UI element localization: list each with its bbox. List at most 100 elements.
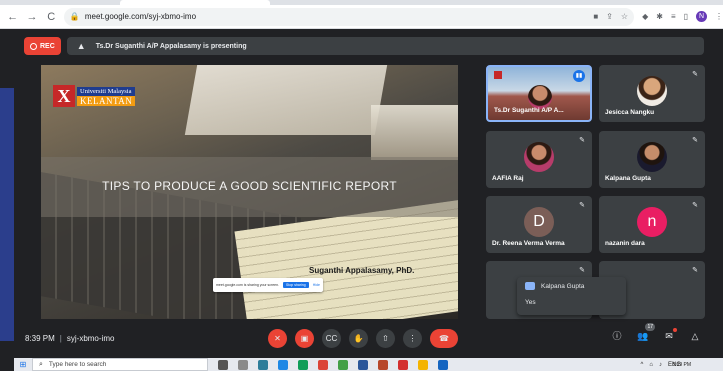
network-icon[interactable]: ⌂ [649, 362, 653, 368]
edge-icon[interactable] [258, 359, 268, 370]
mic-off-icon: ✎ [692, 202, 698, 209]
end-call-button[interactable]: ☎ [430, 329, 458, 348]
university-name: Universiti Malaysia [77, 86, 136, 96]
participant-tile[interactable]: ✎ Jesicca Nangku [599, 65, 705, 122]
app-icon[interactable] [338, 359, 348, 370]
screen: ← → C 🔒 meet.google.com/syj-xbmo-imo ■ ⇪… [0, 0, 723, 371]
forward-icon[interactable]: → [25, 10, 38, 24]
mic-off-icon: ✎ [692, 137, 698, 144]
share-banner-text: meet.google.com is sharing your screen. [216, 283, 280, 287]
queue-icon[interactable]: ≡ [671, 12, 676, 21]
participant-tile[interactable]: ✎ AAFIA Raj [486, 131, 592, 188]
pdf-icon[interactable] [398, 359, 408, 370]
captions-button[interactable]: CC [322, 329, 341, 348]
taskbar-search[interactable]: ⌕ Type here to search [32, 358, 208, 371]
background-window-edge [0, 88, 14, 341]
stop-sharing-button[interactable]: Stop sharing [283, 282, 309, 288]
camera-icon[interactable]: ■ [593, 12, 598, 21]
more-options-button[interactable]: ⋮ [403, 329, 422, 348]
chat-notification[interactable]: Kalpana Gupta Yes [517, 277, 626, 315]
participant-photo [637, 142, 667, 172]
taskbar-apps [218, 359, 448, 370]
side-controls: ⓘ 👥 17 ✉ △ [610, 323, 702, 343]
participant-name: nazanin dara [605, 240, 645, 247]
participant-tile[interactable]: ✎ n nazanin dara [599, 196, 705, 253]
speaking-indicator-icon: ▮▮ [573, 70, 585, 82]
browser-toolbar: ← → C 🔒 meet.google.com/syj-xbmo-imo ■ ⇪… [0, 5, 723, 29]
people-count-badge: 17 [645, 323, 655, 331]
participant-tile[interactable]: ✎ D Dr. Reena Verma Verma [486, 196, 592, 253]
participant-photo [524, 142, 554, 172]
puzzle-icon[interactable]: ✱ [656, 12, 663, 21]
participant-name: Dr. Reena Verma Verma [492, 240, 565, 247]
slide-title: TIPS TO PRODUCE A GOOD SCIENTIFIC REPORT [102, 179, 397, 193]
meet-topbar: REC ▲ Ts.Dr Suganthi A/P Appalasamy is p… [24, 37, 704, 55]
mic-toggle-button[interactable]: ✕ [268, 329, 287, 348]
lock-icon: 🔒 [69, 12, 80, 21]
reload-icon[interactable]: C [45, 10, 58, 24]
participant-initial-avatar: n [637, 207, 667, 237]
participant-name: AAFIA Raj [492, 175, 524, 182]
recording-badge: REC [24, 37, 61, 55]
meeting-details: 8:39 PM | syj-xbmo-imo [25, 334, 114, 343]
app-icon[interactable] [418, 359, 428, 370]
presenting-banner: ▲ Ts.Dr Suganthi A/P Appalasamy is prese… [66, 37, 704, 55]
app-icon[interactable] [438, 359, 448, 370]
word-icon[interactable] [358, 359, 368, 370]
app-icon[interactable] [278, 359, 288, 370]
profile-avatar[interactable]: N [696, 11, 708, 22]
people-icon[interactable]: 👥 17 [636, 323, 655, 343]
raise-hand-button[interactable]: ✋ [349, 329, 368, 348]
present-button[interactable]: ⇧ [376, 329, 395, 348]
menu-icon[interactable]: ⋮ [715, 12, 723, 21]
record-icon [30, 42, 37, 50]
rec-label: REC [40, 42, 55, 50]
star-icon[interactable]: ☆ [621, 12, 628, 21]
address-bar[interactable]: 🔒 meet.google.com/syj-xbmo-imo ■ ⇪ ☆ [63, 7, 635, 26]
sidepanel-icon[interactable]: ▯ [684, 12, 688, 21]
powerpoint-icon[interactable] [378, 359, 388, 370]
url-text[interactable]: meet.google.com/syj-xbmo-imo [85, 12, 196, 21]
file-explorer-icon[interactable] [238, 359, 248, 370]
participant-tile-presenter[interactable]: ▮▮ Ts.Dr Suganthi A/P A... [486, 65, 592, 122]
participant-tile[interactable]: ✎ Kalpana Gupta [599, 131, 705, 188]
university-logo: X Universiti Malaysia KELANTAN [53, 85, 136, 107]
share-icon[interactable]: ⇪ [606, 12, 613, 21]
taskbar-search-placeholder[interactable]: Type here to search [49, 361, 106, 368]
chevron-up-icon[interactable]: ^ [641, 362, 644, 368]
mic-off-icon: ✎ [579, 202, 585, 209]
presenter-icon: ▲ [76, 41, 86, 51]
slide-bg-book [371, 105, 458, 160]
meeting-code: syj-xbmo-imo [66, 334, 115, 343]
activities-icon[interactable]: △ [688, 329, 702, 343]
slide-bg-paper [184, 65, 388, 135]
slide-author: Suganthi Appalasamy, PhD. [309, 266, 415, 275]
participant-name: Kalpana Gupta [605, 175, 651, 182]
university-logo-mark-small [494, 71, 502, 79]
hide-button[interactable]: Hide [313, 283, 320, 287]
chat-button-icon[interactable]: ✉ [662, 328, 677, 343]
extension-icon[interactable]: ◆ [642, 12, 648, 21]
mic-off-icon: ✎ [579, 137, 585, 144]
chat-message: Yes [525, 299, 536, 306]
mic-off-icon: ✎ [579, 267, 585, 274]
volume-icon[interactable]: ♪ [659, 362, 662, 368]
participant-initial-avatar: D [524, 207, 554, 237]
meeting-time: 8:39 PM [25, 334, 55, 343]
back-icon[interactable]: ← [6, 10, 19, 24]
chrome-icon[interactable] [298, 359, 308, 370]
camera-toggle-button[interactable]: ▣ [295, 329, 314, 348]
chat-sender: Kalpana Gupta [541, 283, 585, 290]
mic-off-icon: ✎ [692, 267, 698, 274]
windows-start-icon[interactable]: ⊞ [14, 358, 32, 371]
taskbar-clock[interactable]: 8:39 PM [672, 362, 691, 368]
app-icon[interactable] [318, 359, 328, 370]
info-icon[interactable]: ⓘ [610, 329, 624, 343]
unread-dot [673, 328, 677, 332]
participant-name: Jesicca Nangku [605, 109, 655, 116]
participant-photo [637, 76, 667, 106]
task-view-icon[interactable] [218, 359, 228, 370]
call-controls: ✕ ▣ CC ✋ ⇧ ⋮ ☎ [268, 329, 458, 348]
university-logo-mark: X [53, 85, 75, 107]
university-state: KELANTAN [77, 95, 136, 106]
